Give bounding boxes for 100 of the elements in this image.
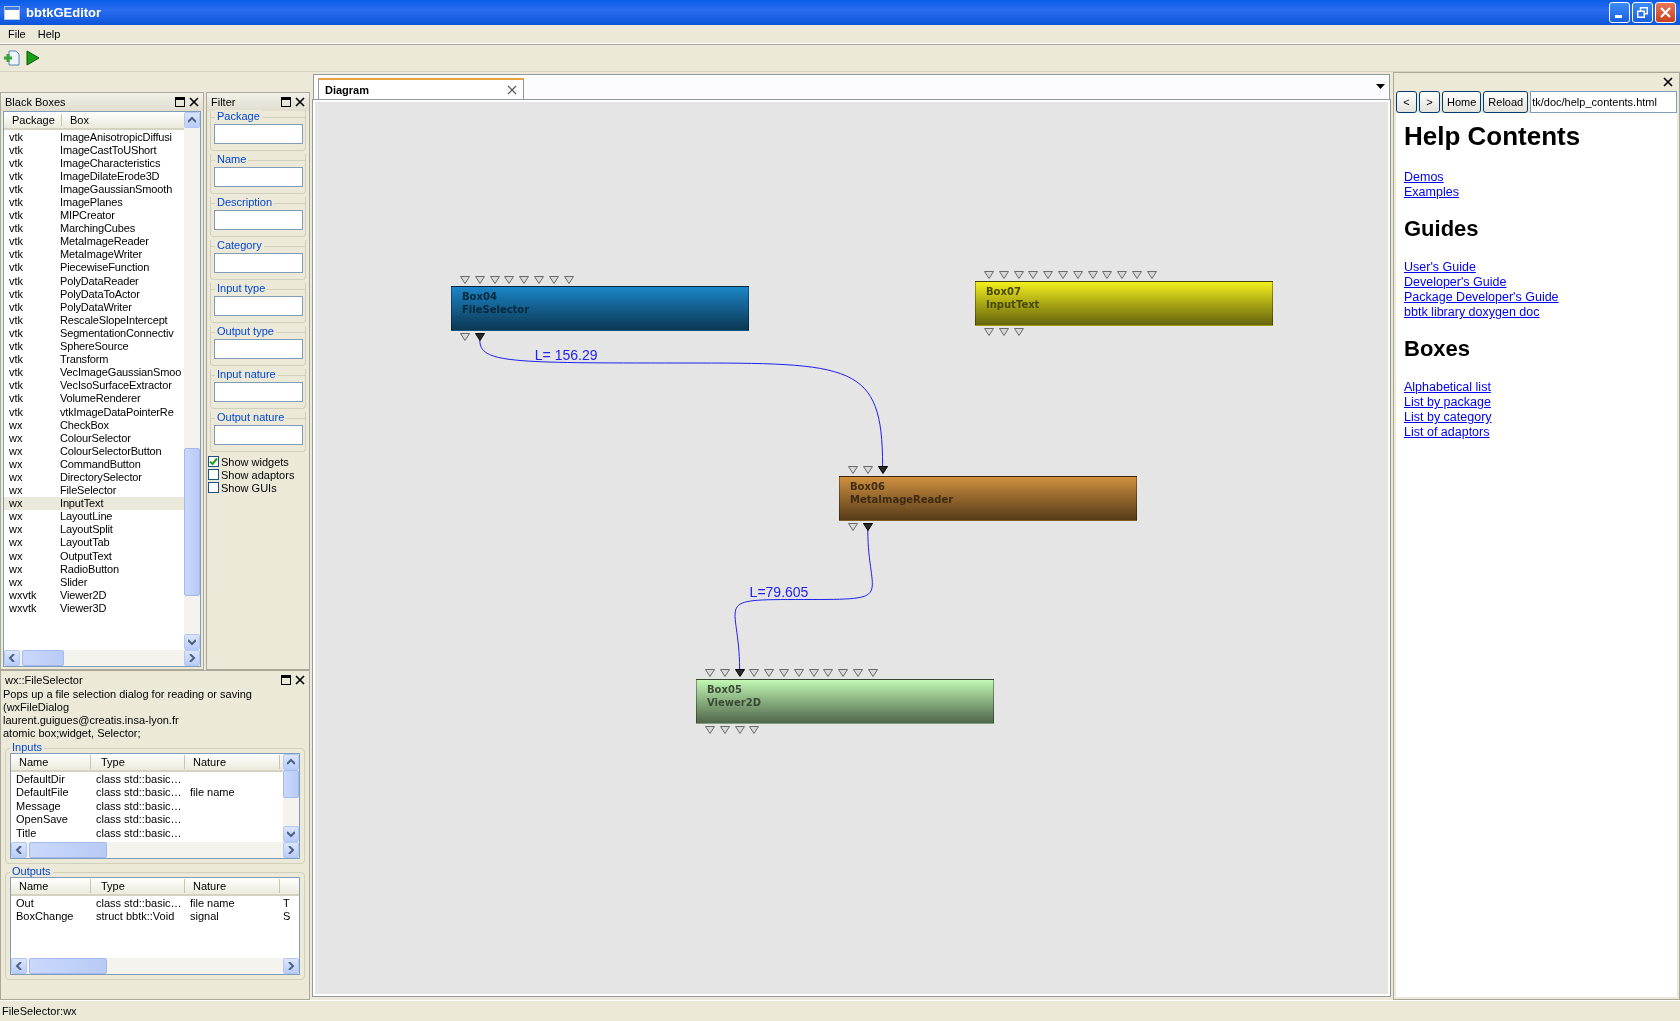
list-row[interactable]: vtk Transform [4,352,184,366]
text-field[interactable] [214,425,303,445]
text-field[interactable] [214,253,303,273]
text-field[interactable] [214,296,303,316]
help-link[interactable]: Examples [1404,185,1459,200]
help-link[interactable]: Alphabetical list [1404,380,1491,395]
input-port-icon[interactable] [779,669,789,677]
menu-item[interactable]: Help [31,26,67,42]
input-port-icon[interactable] [1013,271,1024,279]
input-port-icon[interactable] [489,276,500,284]
list-row[interactable]: wx FileSelector [4,483,184,497]
close-icon[interactable] [1663,77,1673,87]
list-row[interactable]: vtk MIPCreator [4,208,184,222]
list-row[interactable]: vtk ImageDilateErode3D [4,169,184,183]
scroll-left-button[interactable] [11,842,27,858]
vertical-scrollbar[interactable] [283,754,299,842]
list-row[interactable]: wx CheckBox [4,418,184,432]
scroll-left-button[interactable] [4,650,20,666]
scroll-left-button[interactable] [11,958,27,974]
scrollbar-thumb[interactable] [283,770,299,798]
chevron-icon[interactable] [8,654,16,662]
list-row[interactable]: vtk MetaImageWriter [4,247,184,261]
chevron-icon[interactable] [15,962,23,970]
checkbox[interactable] [208,469,219,480]
column-header[interactable]: Name [11,879,91,893]
list-row[interactable]: vtk PolyDataToActor [4,287,184,301]
close-button[interactable] [1655,2,1676,23]
nav-button[interactable]: Reload [1483,91,1529,113]
list-row[interactable]: wx LayoutLine [4,509,184,523]
restore-icon[interactable] [175,97,185,107]
scroll-right-button[interactable] [283,958,299,974]
chevron-icon[interactable] [188,116,196,124]
chevron-icon[interactable] [15,846,23,854]
vertical-scrollbar[interactable] [184,112,200,650]
list-row[interactable]: vtk MetaImageReader [4,234,184,248]
input-port-icon[interactable] [808,669,819,677]
list-row[interactable]: wxvtk Viewer3D [4,601,184,615]
nav-button[interactable]: < [1396,91,1417,113]
list-row[interactable]: wx DirectorySelector [4,470,184,484]
scrollbar-thumb[interactable] [184,448,200,596]
input-port-icon[interactable] [519,276,530,284]
input-port-icon[interactable] [734,669,745,677]
menu-item[interactable]: File [2,26,32,42]
list-row[interactable]: vtk VecIsoSurfaceExtractor [4,378,184,392]
input-port-icon[interactable] [867,669,878,677]
column-header[interactable]: Box [62,114,89,126]
input-port-icon[interactable] [548,276,559,284]
help-link[interactable]: Package Developer's Guide [1404,290,1559,305]
close-icon[interactable] [295,674,305,685]
list-row[interactable]: wx RadioButton [4,562,184,576]
column-header[interactable]: Nature [185,879,280,893]
list-row[interactable]: wx LayoutTab [4,535,184,549]
scroll-down-button[interactable] [184,634,200,650]
input-port-icon[interactable] [877,466,888,474]
list-row[interactable]: vtk VolumeRenderer [4,391,184,405]
nav-button[interactable]: Home [1442,91,1482,113]
list-row[interactable]: wx CommandButton [4,457,184,471]
list-row[interactable]: vtk PiecewiseFunction [4,260,184,275]
list-row[interactable]: wx ColourSelector [4,431,184,445]
input-port-icon[interactable] [1146,271,1157,279]
diagram-tab[interactable]: Diagram [318,78,524,100]
input-port-icon[interactable] [1087,271,1098,279]
checkbox[interactable] [208,482,219,493]
scroll-down-button[interactable] [283,826,299,842]
close-icon[interactable] [295,97,305,107]
input-port-icon[interactable] [1028,271,1039,279]
text-field[interactable] [214,124,303,144]
nav-button[interactable]: > [1419,91,1440,113]
input-port-icon[interactable] [823,669,834,677]
url-field[interactable]: tk/doc/help_contents.html [1530,91,1677,113]
input-port-icon[interactable] [984,271,994,279]
diagram-canvas[interactable]: Box04 FileSelector Box07 InputText Box06 MetaImageReader Box05 Viewer2D L= 156.29 L=79.605 [313,100,1390,996]
column-header[interactable]: Type [91,879,185,893]
restore-icon[interactable] [281,97,291,107]
diagram-node[interactable]: Box05 Viewer2D [696,679,994,724]
input-port-icon[interactable] [749,669,760,677]
output-port-icon[interactable] [862,523,873,531]
input-port-icon[interactable] [998,271,1009,279]
text-field[interactable] [214,167,303,187]
input-port-icon[interactable] [1131,271,1142,279]
text-field[interactable] [214,382,303,402]
input-port-icon[interactable] [848,466,858,474]
list-row[interactable]: vtk ImageAnisotropicDiffusi [4,130,184,144]
chevron-icon[interactable] [287,758,295,766]
help-link[interactable]: List of adaptors [1404,425,1490,440]
input-port-icon[interactable] [1102,271,1113,279]
list-row[interactable]: vtk ImageGaussianSmooth [4,182,184,196]
input-port-icon[interactable] [460,276,470,284]
help-link[interactable]: bbtk library doxygen doc [1404,305,1540,320]
list-row[interactable]: vtk SphereSource [4,339,184,353]
input-port-icon[interactable] [1058,271,1068,279]
list-row[interactable]: wx OutputText [4,549,184,563]
help-link[interactable]: List by package [1404,395,1491,410]
column-header[interactable]: Nature [185,755,280,769]
close-icon[interactable] [189,97,199,107]
help-link[interactable]: List by category [1404,410,1492,425]
input-port-icon[interactable] [1072,271,1083,279]
chevron-icon[interactable] [287,962,295,970]
play-icon[interactable] [26,49,40,66]
input-port-icon[interactable] [705,669,715,677]
